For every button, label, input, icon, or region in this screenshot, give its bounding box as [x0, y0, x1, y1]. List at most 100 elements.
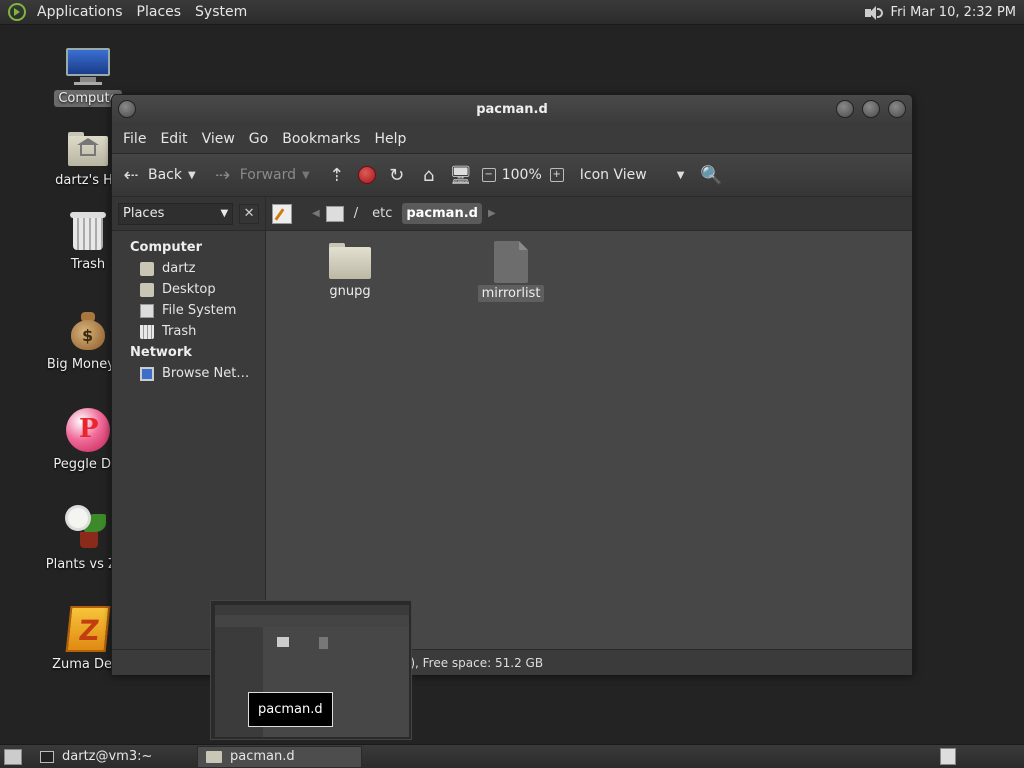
- maximize-button[interactable]: [862, 100, 880, 118]
- chevron-down-icon: ▼: [220, 208, 229, 219]
- show-desktop-icon[interactable]: [4, 748, 22, 765]
- forward-button[interactable]: ⇢ Forward ▼: [212, 164, 316, 186]
- distro-logo-icon[interactable]: [8, 3, 26, 21]
- sidebar-item-dartz[interactable]: dartz: [112, 258, 265, 279]
- up-arrow-icon: ⇡: [329, 164, 345, 186]
- bottom-panel: dartz@vm3:~ pacman.d: [0, 744, 1024, 768]
- plants-vs-zombies-icon: [66, 506, 110, 552]
- workspace-switcher-icon[interactable]: [940, 748, 956, 765]
- window-titlebar[interactable]: pacman.d: [112, 95, 912, 125]
- taskbar-item-pacman-d[interactable]: pacman.d: [197, 745, 362, 768]
- sidebar-item-label: File System: [162, 303, 237, 318]
- clock[interactable]: Fri Mar 10, 2:32 PM: [891, 5, 1016, 20]
- menubar: File Edit View Go Bookmarks Help: [112, 125, 912, 153]
- main-area: Computer dartz Desktop File System Trash…: [112, 231, 912, 649]
- taskbar-item-label: pacman.d: [230, 749, 295, 764]
- file-item-gnupg[interactable]: gnupg: [310, 243, 390, 300]
- computer-button[interactable]: 🖥: [449, 164, 472, 186]
- location-bar: Places ▼ ✕ ◀ / etc pacman.d ▶: [112, 196, 912, 231]
- trash-icon: [70, 210, 106, 252]
- status-text: tes), Free space: 51.2 GB: [392, 655, 544, 670]
- menu-file[interactable]: File: [116, 131, 153, 147]
- chevron-down-icon: ▼: [676, 169, 685, 181]
- terminal-icon: [40, 750, 54, 763]
- trash-icon: [140, 324, 154, 339]
- breadcrumb: ◀ / etc pacman.d ▶: [272, 203, 496, 224]
- system-menu[interactable]: System: [188, 4, 254, 20]
- folder-icon: [206, 750, 222, 763]
- minimize-button[interactable]: [836, 100, 854, 118]
- back-history-dropdown[interactable]: ▼: [188, 170, 196, 181]
- reload-icon: ↻: [389, 164, 405, 186]
- menu-help[interactable]: Help: [367, 131, 413, 147]
- close-sidebar-button[interactable]: ✕: [239, 203, 259, 224]
- back-button[interactable]: ⇠ Back ▼: [120, 164, 202, 186]
- reload-button[interactable]: ↻: [386, 164, 408, 186]
- window-title: pacman.d: [476, 102, 548, 117]
- back-arrow-icon: ⇠: [123, 164, 139, 186]
- places-sidebar: Computer dartz Desktop File System Trash…: [112, 231, 266, 649]
- breadcrumb-root[interactable]: /: [350, 203, 362, 224]
- sidebar-heading-network: Network: [130, 345, 192, 360]
- sidebar-item-trash[interactable]: Trash: [112, 321, 265, 342]
- sidebar-item-label: Desktop: [162, 282, 216, 297]
- menu-edit[interactable]: Edit: [153, 131, 194, 147]
- volume-icon[interactable]: [863, 5, 883, 21]
- search-button[interactable]: 🔍: [700, 164, 722, 186]
- sidebar-item-label: Trash: [162, 324, 197, 339]
- toolbar: ⇠ Back ▼ ⇢ Forward ▼ ⇡ ↻ ⌂ 🖥 − 100% + Ic…: [112, 153, 912, 197]
- sidebar-heading-computer: Computer: [130, 240, 203, 255]
- peggle-icon: P: [66, 408, 110, 452]
- preview-label: pacman.d: [248, 692, 333, 727]
- home-icon: ⌂: [423, 164, 435, 186]
- window-preview-tooltip: pacman.d: [210, 600, 412, 740]
- sidebar-item-label: dartz: [162, 261, 196, 276]
- money-bag-icon: $: [69, 310, 107, 352]
- menu-view[interactable]: View: [195, 131, 242, 147]
- zoom-level[interactable]: 100%: [502, 167, 542, 183]
- applications-menu[interactable]: Applications: [30, 4, 130, 20]
- desktop-icon: [140, 282, 154, 297]
- computer-icon: [64, 46, 112, 86]
- home-folder-icon: [66, 130, 110, 168]
- file-view[interactable]: gnupg mirrorlist: [266, 231, 912, 649]
- breadcrumb-left-arrow[interactable]: ◀: [312, 208, 320, 219]
- stop-icon: [357, 166, 376, 184]
- breadcrumb-right-arrow[interactable]: ▶: [488, 208, 496, 219]
- top-panel: Applications Places System Fri Mar 10, 2…: [0, 0, 1024, 25]
- forward-label: Forward: [239, 167, 297, 183]
- close-button[interactable]: [888, 100, 906, 118]
- forward-history-dropdown[interactable]: ▼: [302, 170, 310, 181]
- filesystem-root-icon[interactable]: [325, 205, 344, 222]
- zoom-controls: − 100% +: [481, 167, 564, 183]
- sidebar-item-label: Browse Net…: [162, 366, 250, 381]
- back-label: Back: [148, 167, 182, 183]
- menu-go[interactable]: Go: [242, 131, 275, 147]
- sidebar-item-desktop[interactable]: Desktop: [112, 279, 265, 300]
- up-button[interactable]: ⇡: [326, 164, 348, 186]
- sidebar-type-label: Places: [123, 206, 165, 221]
- sidebar-item-browse-network[interactable]: Browse Net…: [112, 363, 265, 384]
- view-mode-select[interactable]: Icon View ▼: [574, 167, 691, 183]
- desktop-icon-label: Trash: [70, 257, 106, 272]
- network-icon: [140, 366, 154, 381]
- sidebar-type-select[interactable]: Places ▼: [118, 202, 234, 225]
- taskbar-item-terminal[interactable]: dartz@vm3:~: [32, 746, 197, 768]
- breadcrumb-etc[interactable]: etc: [368, 203, 396, 224]
- menu-bookmarks[interactable]: Bookmarks: [275, 131, 367, 147]
- places-menu[interactable]: Places: [130, 4, 189, 20]
- stop-button[interactable]: [357, 166, 376, 184]
- view-mode-label: Icon View: [579, 167, 647, 183]
- taskbar-item-label: dartz@vm3:~: [62, 749, 153, 764]
- sidebar-item-file-system[interactable]: File System: [112, 300, 265, 321]
- search-icon: 🔍: [700, 164, 723, 186]
- forward-arrow-icon: ⇢: [215, 164, 231, 186]
- zoom-out-icon[interactable]: −: [481, 168, 496, 182]
- sidebar-header: Places ▼ ✕: [112, 196, 266, 231]
- home-button[interactable]: ⌂: [418, 164, 440, 186]
- file-item-mirrorlist[interactable]: mirrorlist: [471, 241, 551, 302]
- zoom-in-icon[interactable]: +: [549, 168, 564, 182]
- file-name: gnupg: [329, 284, 371, 299]
- breadcrumb-pacman-d[interactable]: pacman.d: [402, 203, 482, 224]
- edit-location-icon[interactable]: [272, 203, 292, 224]
